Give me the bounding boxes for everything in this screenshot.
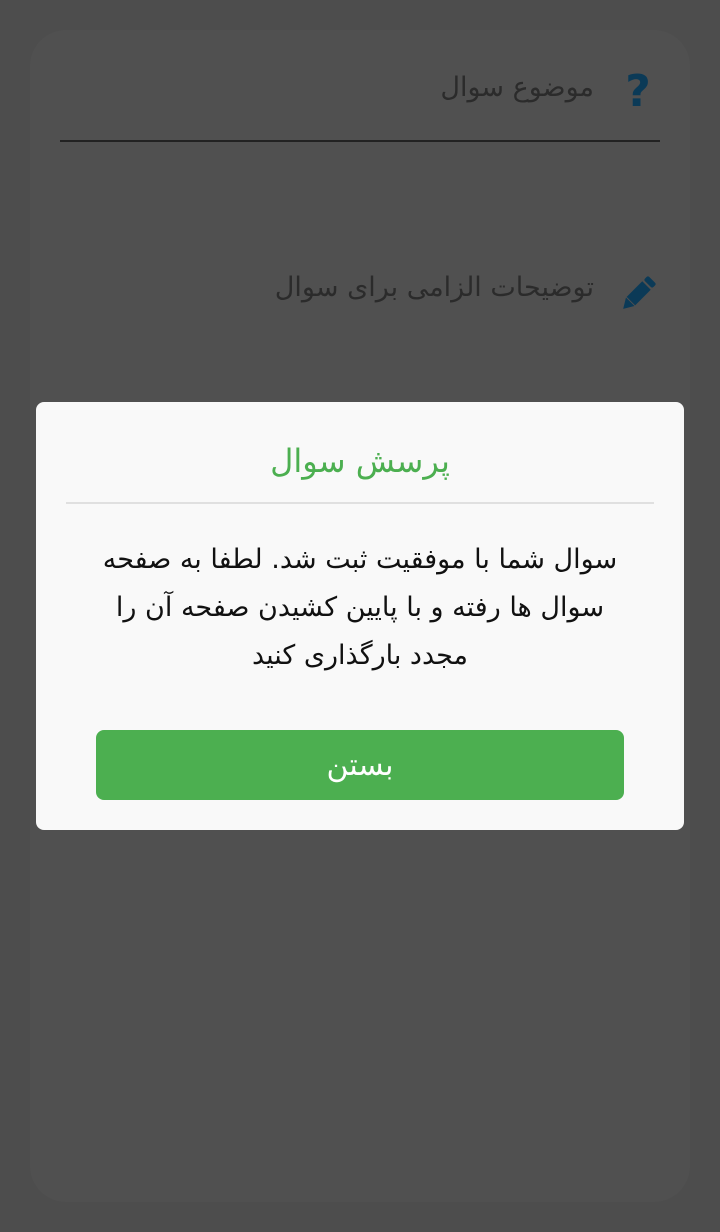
close-button[interactable]: بستن — [96, 730, 624, 800]
description-placeholder: توضیحات الزامی برای سوال — [274, 272, 594, 303]
subject-field[interactable]: ? موضوع سوال — [60, 64, 660, 142]
dialog-divider — [66, 502, 654, 504]
dialog-title: پرسش سوال — [270, 442, 450, 480]
screen: ? موضوع سوال توضیحات الزامی برای سوال پر… — [0, 0, 720, 1232]
dialog-message-line: مجدد بارگذاری کنید — [251, 640, 469, 671]
pencil-icon — [616, 266, 660, 322]
subject-placeholder: موضوع سوال — [440, 72, 594, 103]
question-mark-icon: ? — [625, 66, 651, 117]
dialog-message-line: سوال ها رفته و با پایین کشیدن صفحه آن را — [115, 592, 605, 623]
description-field[interactable]: توضیحات الزامی برای سوال — [60, 266, 660, 326]
dialog-message-line: سوال شما با موفقیت ثبت شد. لطفا به صفحه — [102, 544, 618, 575]
success-dialog: پرسش سوال سوال شما با موفقیت ثبت شد. لطف… — [36, 402, 684, 830]
dialog-message: سوال شما با موفقیت ثبت شد. لطفا به صفحه … — [86, 536, 634, 680]
